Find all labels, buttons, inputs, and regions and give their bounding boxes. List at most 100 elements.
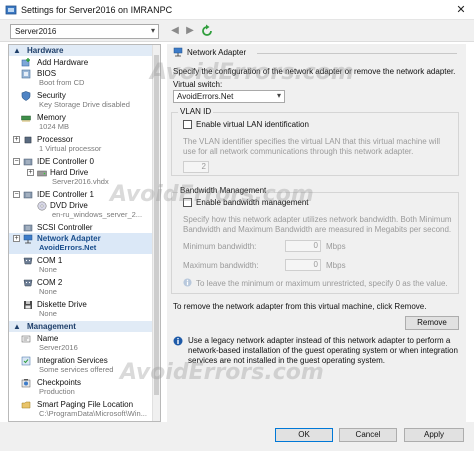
memory-icon [21,115,31,122]
hardware-section-label: Hardware [27,46,64,55]
tree-item-detail: Key Storage Drive disabled [39,100,130,109]
tree-item-name[interactable]: Name Server2016 [9,333,160,353]
tree-item-integration-services[interactable]: Integration Services Some services offer… [9,355,160,375]
tree-item-label: IDE Controller 1 [37,190,94,199]
info-icon [173,336,183,346]
hard-drive-icon [37,170,47,177]
panel-description: Specify the configuration of the network… [173,67,456,76]
collapse-tree-icon[interactable]: − [13,158,20,165]
tree-item-detail: None [39,265,57,274]
vlan-checkbox-label: Enable virtual LAN identification [196,120,309,129]
dvd-drive-icon [37,201,47,211]
network-adapter-icon [173,47,183,57]
integration-services-icon [21,356,31,366]
tree-item-smart-paging-file-location[interactable]: Smart Paging File Location C:\ProgramDat… [9,399,160,419]
bandwidth-checkbox-label: Enable bandwidth management [196,198,309,207]
tree-item-label: Memory [37,113,66,122]
max-bandwidth-unit: Mbps [326,261,346,270]
security-icon [21,91,31,101]
bandwidth-checkbox[interactable] [183,198,192,207]
tree-item-com-1[interactable]: COM 1 None [9,255,160,275]
tree-item-com-2[interactable]: COM 2 None [9,277,160,297]
expand-icon[interactable]: + [27,169,34,176]
apply-button[interactable]: Apply [404,428,464,442]
tree-item-label: COM 2 [37,278,63,287]
settings-tree: ▲ Hardware Add Hardware BIOS Boot from C… [8,44,161,422]
tree-scrollbar-thumb[interactable] [154,55,159,395]
collapse-icon: ▲ [13,46,21,55]
tree-item-detail: en-ru_windows_server_2... [52,210,143,219]
smart-paging-icon [21,401,31,409]
refresh-icon[interactable] [200,24,214,38]
tree-item-label: Diskette Drive [37,300,87,309]
tree-item-label: SCSI Controller [37,223,93,232]
header-divider [257,53,457,54]
vlan-id-input[interactable]: 2 [183,161,209,173]
max-bandwidth-input[interactable]: 0 [285,259,321,271]
bandwidth-group-title: Bandwidth Management [178,186,269,195]
tree-item-label: BIOS [37,69,57,78]
title-bar: Settings for Server2016 on IMRANPC ✕ [0,0,474,20]
tree-item-label: Security [37,91,66,100]
tree-item-label: Processor [37,135,74,144]
virtual-switch-select[interactable]: AvoidErrors.Net ▾ [173,90,285,103]
tree-item-detail: 1 Virtual processor [39,144,102,153]
min-bandwidth-input[interactable]: 0 [285,240,321,252]
tree-item-detail: Production [39,387,75,396]
tree-item-security[interactable]: Security Key Storage Drive disabled [9,90,160,110]
tree-item-diskette-drive[interactable]: Diskette Drive None [9,299,160,319]
tree-item-label: Integration Services [37,356,108,365]
tree-item-label: Hard Drive [50,168,89,177]
collapse-icon: ▲ [13,322,21,331]
expand-icon[interactable]: + [13,136,20,143]
vlan-description: The VLAN identifier specifies the virtua… [183,137,440,156]
cancel-button[interactable]: Cancel [339,428,397,442]
tree-item-hard-drive[interactable]: + Hard Drive Server2016.vhdx [9,167,160,187]
panel-header: Network Adapter [171,46,461,59]
window-title: Settings for Server2016 on IMRANPC [21,5,173,15]
processor-icon [24,136,32,144]
tree-item-bios[interactable]: BIOS Boot from CD [9,68,160,88]
tree-item-dvd-drive[interactable]: DVD Drive en-ru_windows_server_2... [9,200,160,220]
bios-icon [21,69,31,79]
tree-item-checkpoints[interactable]: Checkpoints Production [9,377,160,397]
tree-item-detail: C:\ProgramData\Microsoft\Win... [39,409,147,418]
management-section-header[interactable]: ▲ Management [9,321,160,332]
virtual-switch-value: AvoidErrors.Net [177,92,234,101]
scsi-controller-icon [23,224,33,232]
hardware-section-header[interactable]: ▲ Hardware [9,45,160,56]
forward-arrow-icon[interactable]: ▶ [183,24,197,38]
panel-title: Network Adapter [187,48,247,57]
com-port-icon [23,279,33,287]
tree-item-label: COM 1 [37,256,63,265]
tree-item-detail: Server2016 [39,343,78,352]
tree-scrollbar[interactable] [152,45,160,421]
tree-item-label: DVD Drive [50,201,88,210]
collapse-tree-icon[interactable]: − [13,191,20,198]
expand-icon[interactable]: + [13,235,20,242]
virtual-switch-label: Virtual switch: [173,80,223,89]
tree-item-label: IDE Controller 0 [37,157,94,166]
dialog-button-bar: OK Cancel Apply [0,422,474,451]
network-adapter-icon [23,234,33,244]
remove-instruction: To remove the network adapter from this … [173,302,427,311]
close-icon[interactable]: ✕ [454,3,468,17]
network-adapter-panel: Network Adapter Specify the configuratio… [167,44,466,422]
back-arrow-icon[interactable]: ◀ [168,24,182,38]
vlan-checkbox[interactable] [183,120,192,129]
vm-selector[interactable]: Server2016 ▾ [10,24,159,39]
tree-item-memory[interactable]: Memory 1024 MB [9,112,160,132]
tree-item-detail: None [39,287,57,296]
remove-button[interactable]: Remove [405,316,459,330]
tree-item-detail: Boot from CD [39,78,85,87]
ok-button[interactable]: OK [275,428,333,442]
chevron-down-icon: ▾ [150,26,155,35]
min-bandwidth-unit: Mbps [326,242,346,251]
tree-item-processor[interactable]: + Processor 1 Virtual processor [9,134,160,154]
tree-item-network-adapter[interactable]: + Network Adapter AvoidErrors.Net [9,233,160,254]
info-icon [183,278,192,287]
bandwidth-description: Specify how this network adapter utilize… [183,215,452,234]
ide-controller-icon [23,158,33,166]
tree-item-detail: Server2016.vhdx [52,177,109,186]
legacy-adapter-info: Use a legacy network adapter instead of … [188,336,458,365]
